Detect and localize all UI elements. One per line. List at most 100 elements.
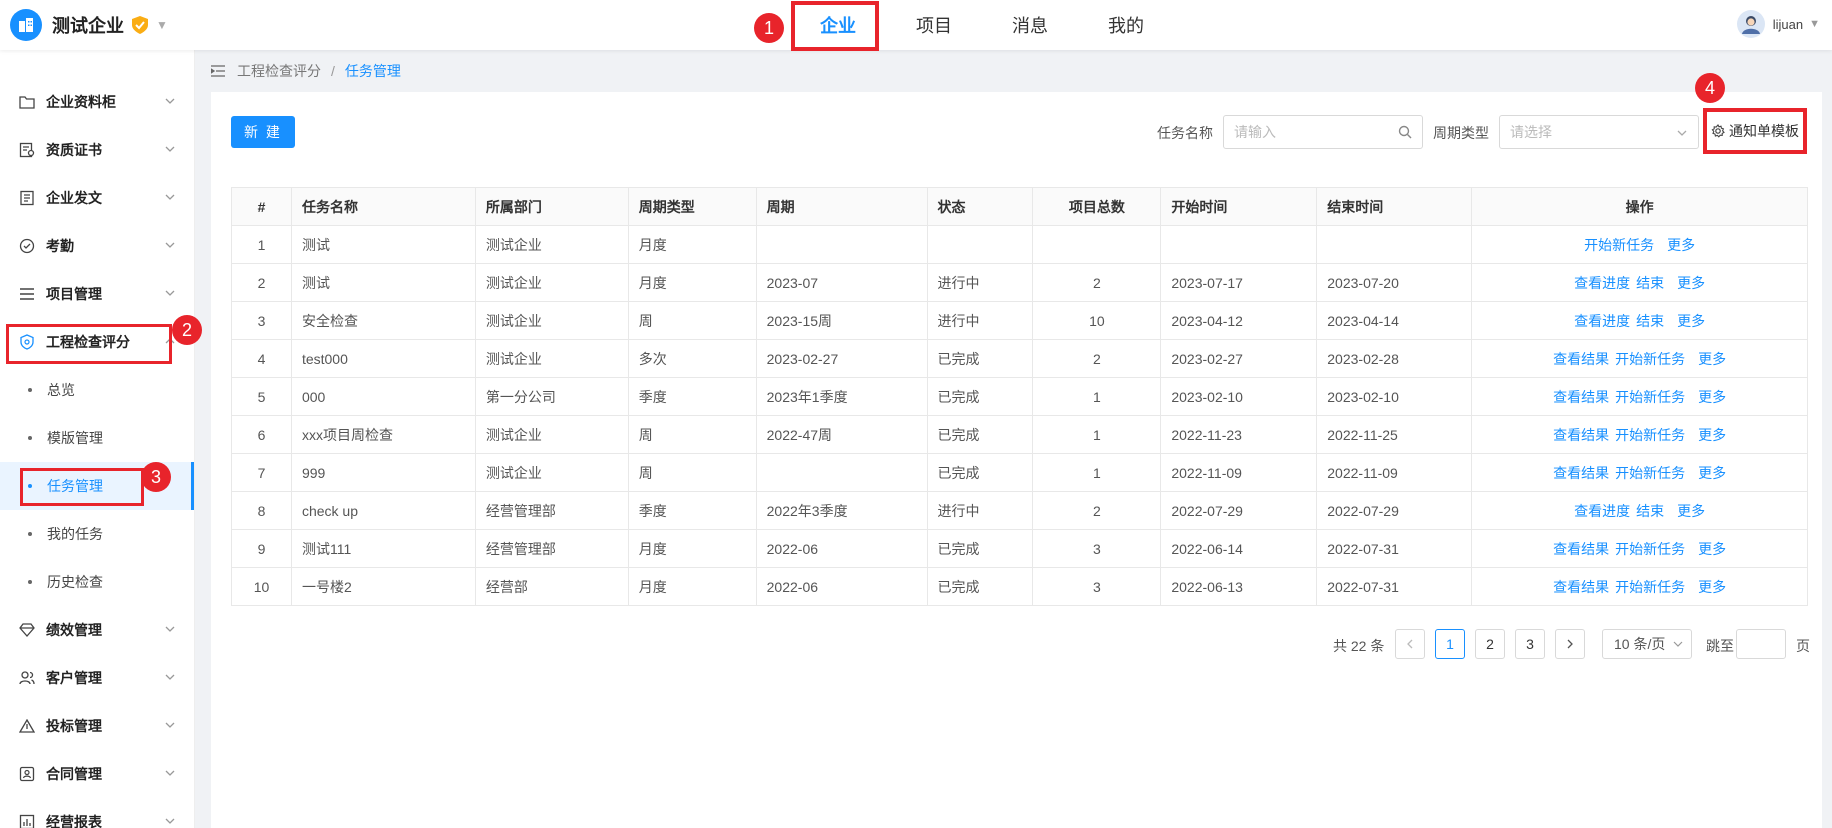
cell-start xyxy=(1160,225,1318,264)
cell-dept: 测试企业 xyxy=(474,263,629,302)
action-link[interactable]: 查看结果 xyxy=(1553,351,1609,367)
table-row: 6 xxx项目周检查 测试企业周 2022-47周 已完成 1 2022-11-23 2022… xyxy=(231,415,1808,454)
sidebar-item-attendance[interactable]: 考勤 xyxy=(0,222,194,270)
action-link[interactable]: 查看进度 xyxy=(1574,503,1630,519)
cell-dept: 经营管理部 xyxy=(474,529,629,568)
cycle-type-select[interactable]: 请选择 xyxy=(1499,115,1699,149)
action-link[interactable]: 查看结果 xyxy=(1553,579,1609,595)
sidebar-item-certificates[interactable]: 资质证书 xyxy=(0,126,194,174)
nav-tab-mine[interactable]: 我的 xyxy=(1078,0,1174,50)
page-button-3[interactable]: 3 xyxy=(1515,629,1545,659)
action-link[interactable]: 查看结果 xyxy=(1553,427,1609,443)
menu-fold-icon[interactable] xyxy=(211,65,225,77)
cell-cycle-type: 月度 xyxy=(627,263,757,302)
more-link[interactable]: 更多 xyxy=(1667,237,1695,253)
column-header: 开始时间 xyxy=(1160,187,1318,226)
sidebar-item-customers[interactable]: 客户管理 xyxy=(0,654,194,702)
sidebar-subitem-templates[interactable]: 模版管理 xyxy=(0,414,194,462)
more-link[interactable]: 更多 xyxy=(1677,503,1705,519)
more-link[interactable]: 更多 xyxy=(1698,351,1726,367)
sidebar-item-reports[interactable]: 经营报表 xyxy=(0,798,194,828)
breadcrumb-parent[interactable]: 工程检查评分 xyxy=(237,61,321,81)
users-icon xyxy=(18,669,36,687)
action-link[interactable]: 开始新任务 xyxy=(1584,237,1654,253)
more-link[interactable]: 更多 xyxy=(1698,579,1726,595)
chevron-down-icon[interactable]: ▼ xyxy=(156,18,168,32)
brand[interactable]: 测试企业 ▼ xyxy=(10,8,168,42)
cell-cycle-type: 季度 xyxy=(627,377,757,416)
cell-no: 8 xyxy=(231,491,292,530)
sidebar-item-contracts[interactable]: 合同管理 xyxy=(0,750,194,798)
top-header: 测试企业 ▼ 企业 项目 消息 我的 lijuan ▼ xyxy=(0,0,1832,51)
cell-end: 2022-11-09 xyxy=(1316,453,1473,492)
sidebar-item-performance[interactable]: 绩效管理 xyxy=(0,606,194,654)
cell-name: 安全检查 xyxy=(290,301,476,340)
new-task-button[interactable]: 新 建 xyxy=(231,116,295,148)
action-link[interactable]: 查看结果 xyxy=(1553,389,1609,405)
cell-cycle-type: 季度 xyxy=(627,491,757,530)
action-link[interactable]: 开始新任务 xyxy=(1615,579,1685,595)
sidebar-subitem-my-tasks[interactable]: 我的任务 xyxy=(0,510,194,558)
sidebar-item-project-management[interactable]: 项目管理 xyxy=(0,270,194,318)
sidebar-item-bidding[interactable]: 投标管理 xyxy=(0,702,194,750)
nav-tab-messages[interactable]: 消息 xyxy=(982,0,1078,50)
cell-end: 2023-02-28 xyxy=(1316,339,1473,378)
page-button-2[interactable]: 2 xyxy=(1475,629,1505,659)
cell-end: 2022-07-31 xyxy=(1316,567,1473,606)
action-link[interactable]: 查看结果 xyxy=(1553,465,1609,481)
column-header: 结束时间 xyxy=(1316,187,1473,226)
more-link[interactable]: 更多 xyxy=(1698,427,1726,443)
sidebar-item-partial xyxy=(0,50,194,78)
cell-start: 2023-02-27 xyxy=(1160,339,1318,378)
cell-total xyxy=(1032,225,1162,264)
user-menu[interactable]: lijuan ▼ xyxy=(1736,10,1820,38)
cell-cycle: 2023-02-27 xyxy=(755,339,928,378)
nav-tab-project[interactable]: 项目 xyxy=(886,0,982,50)
action-link[interactable]: 开始新任务 xyxy=(1615,427,1685,443)
action-link[interactable]: 开始新任务 xyxy=(1615,351,1685,367)
jump-page-input[interactable] xyxy=(1736,629,1786,659)
action-link[interactable]: 查看进度 xyxy=(1574,313,1630,329)
cell-end: 2023-02-10 xyxy=(1316,377,1473,416)
cell-cycle: 2022-47周 xyxy=(755,415,928,454)
next-page-button[interactable] xyxy=(1555,629,1585,659)
column-header: # xyxy=(231,187,292,226)
sidebar-item-publications[interactable]: 企业发文 xyxy=(0,174,194,222)
sidebar-item-inspection-scoring[interactable]: 工程检查评分 xyxy=(0,318,194,366)
action-link[interactable]: 结束 xyxy=(1636,313,1664,329)
search-icon[interactable] xyxy=(1398,125,1412,139)
more-link[interactable]: 更多 xyxy=(1698,465,1726,481)
action-link[interactable]: 查看结果 xyxy=(1553,541,1609,557)
more-link[interactable]: 更多 xyxy=(1677,313,1705,329)
cell-cycle: 2022-06 xyxy=(755,567,928,606)
cell-cycle: 2023-07 xyxy=(755,263,928,302)
prev-page-button[interactable] xyxy=(1395,629,1425,659)
sidebar-subitem-overview[interactable]: 总览 xyxy=(0,366,194,414)
action-link[interactable]: 查看进度 xyxy=(1574,275,1630,291)
more-link[interactable]: 更多 xyxy=(1698,389,1726,405)
cell-name: 999 xyxy=(290,453,476,492)
cell-start: 2022-06-14 xyxy=(1160,529,1318,568)
jump-label: 跳至 xyxy=(1706,638,1734,654)
action-link[interactable]: 开始新任务 xyxy=(1615,541,1685,557)
cell-cycle xyxy=(755,225,928,264)
action-link[interactable]: 开始新任务 xyxy=(1615,465,1685,481)
nav-tab-enterprise[interactable]: 企业 xyxy=(790,0,886,51)
action-link[interactable]: 结束 xyxy=(1636,503,1664,519)
diamond-icon xyxy=(18,621,36,639)
task-name-input[interactable] xyxy=(1234,124,1412,140)
notice-template-button[interactable]: 通知单模板 xyxy=(1703,108,1807,154)
cell-no: 1 xyxy=(231,225,292,264)
action-link[interactable]: 开始新任务 xyxy=(1615,389,1685,405)
page-button-1[interactable]: 1 xyxy=(1435,629,1465,659)
task-name-field[interactable] xyxy=(1223,115,1423,149)
document-icon xyxy=(18,189,36,207)
action-link[interactable]: 结束 xyxy=(1636,275,1664,291)
more-link[interactable]: 更多 xyxy=(1698,541,1726,557)
sidebar-item-documents[interactable]: 企业资料柜 xyxy=(0,78,194,126)
page-size-select[interactable]: 10 条/页 xyxy=(1602,629,1692,659)
cell-start: 2022-07-29 xyxy=(1160,491,1318,530)
sidebar-subitem-history[interactable]: 历史检查 xyxy=(0,558,194,606)
more-link[interactable]: 更多 xyxy=(1677,275,1705,291)
sidebar-item-label: 企业发文 xyxy=(46,190,102,206)
